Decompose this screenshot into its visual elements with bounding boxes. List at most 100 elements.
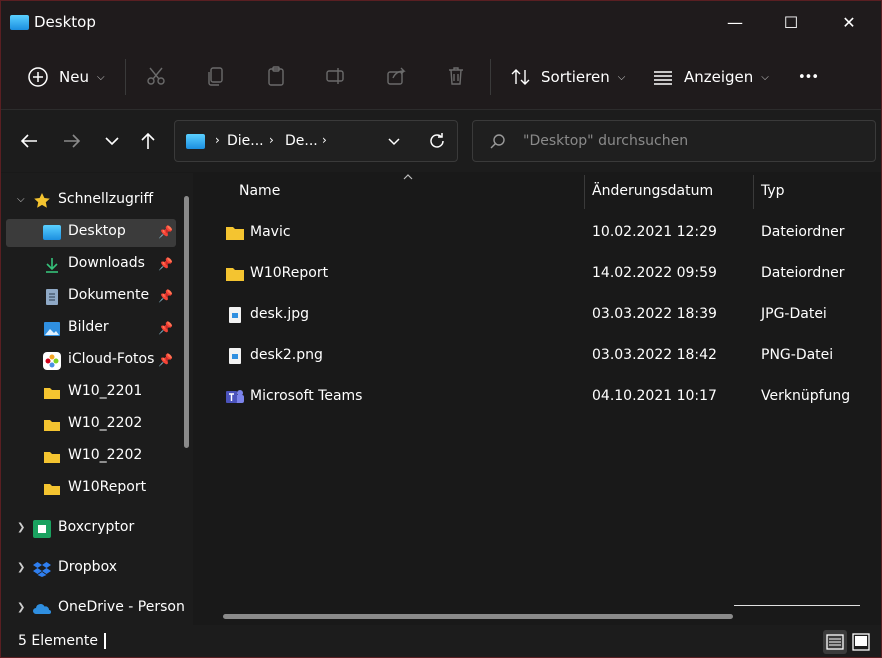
document-icon (46, 289, 58, 305)
dropbox-icon (33, 562, 51, 577)
details-view-icon[interactable] (823, 630, 847, 654)
file-list: Name Änderungsdatum Typ Mavic 10.02.2021… (201, 173, 881, 625)
large-icons-view-icon[interactable] (849, 630, 873, 654)
desktop-icon (10, 15, 29, 30)
new-button[interactable]: Neu ⌵ (27, 63, 105, 91)
sidebar-item-label: OneDrive - Person (58, 599, 185, 615)
search-box[interactable]: "Desktop" durchsuchen (472, 120, 876, 162)
column-header-type[interactable]: Typ (761, 183, 785, 199)
file-date: 04.10.2021 10:17 (592, 388, 717, 404)
address-bar[interactable]: › Die... › De... › (174, 120, 458, 162)
file-explorer-window: Desktop — ☐ ✕ Neu ⌵ Sortieren ⌵ Anzeigen… (0, 0, 882, 658)
sidebar-item-label: Dokumente (68, 287, 150, 303)
refresh-icon[interactable] (427, 131, 447, 151)
sidebar-item-label: Desktop (68, 223, 126, 239)
paste-icon[interactable] (265, 65, 287, 87)
file-date: 03.03.2022 18:42 (592, 347, 717, 363)
sidebar-scrollbar[interactable] (184, 196, 189, 448)
minimize-button[interactable]: — (713, 7, 757, 39)
file-name: desk2.png (250, 347, 323, 363)
search-icon (490, 134, 505, 149)
breadcrumb-separator: › (215, 133, 220, 147)
breadcrumb-item[interactable]: Die... (227, 133, 264, 149)
folder-icon (226, 227, 244, 240)
sidebar-item-onedrive[interactable]: ❯ OneDrive - Person (6, 595, 185, 623)
forward-arrow-icon[interactable] (61, 130, 83, 152)
horizontal-scrollbar[interactable] (223, 614, 733, 619)
delete-icon[interactable] (445, 65, 467, 87)
share-icon[interactable] (385, 65, 407, 87)
cut-icon[interactable] (145, 65, 167, 87)
table-row[interactable]: desk2.png 03.03.2022 18:42 PNG-Datei (221, 342, 871, 372)
window-title: Desktop (34, 13, 96, 31)
column-divider[interactable] (753, 175, 754, 209)
sidebar-item-label: Boxcryptor (58, 519, 135, 535)
navigation-bar: › Die... › De... › "Desktop" durchsuchen (1, 110, 881, 172)
sidebar-item-quick-access[interactable]: ⌵ Schnellzugriff (6, 187, 176, 215)
sidebar-item-dropbox[interactable]: ❯ Dropbox (6, 555, 176, 583)
column-header-name[interactable]: Name (239, 183, 280, 199)
sort-label: Sortieren (541, 68, 610, 86)
teams-icon (226, 390, 244, 403)
sidebar-item-folder[interactable]: W10_2202 (6, 411, 176, 439)
view-list-icon (654, 71, 672, 85)
plus-circle-icon (28, 67, 48, 87)
folder-icon (226, 268, 244, 281)
desktop-icon (43, 225, 61, 240)
sidebar-item-label: Downloads (68, 255, 145, 271)
pin-icon: 📌 (158, 289, 173, 303)
chevron-right-icon[interactable]: ❯ (17, 562, 25, 573)
column-divider[interactable] (584, 175, 585, 209)
sort-button[interactable]: Sortieren ⌵ (510, 63, 625, 91)
table-row[interactable]: W10Report 14.02.2022 09:59 Dateiordner (221, 260, 871, 290)
rename-icon[interactable] (325, 65, 347, 87)
breadcrumb-separator: › (322, 133, 327, 147)
sidebar-item-pictures[interactable]: Bilder 📌 (6, 315, 176, 343)
sidebar-item-folder[interactable]: W10_2202 (6, 443, 176, 471)
table-row[interactable]: Microsoft Teams 04.10.2021 10:17 Verknüp… (221, 383, 871, 413)
sidebar-item-icloud-photos[interactable]: iCloud-Fotos 📌 (6, 347, 176, 375)
star-icon (34, 193, 50, 208)
divider (734, 605, 860, 606)
address-history-chevron-icon[interactable] (385, 132, 403, 150)
chevron-down-icon: ⌵ (761, 71, 769, 83)
breadcrumb-item[interactable]: De... (285, 133, 318, 149)
sidebar-item-folder[interactable]: W10Report (6, 475, 176, 503)
view-button[interactable]: Anzeigen ⌵ (652, 63, 769, 91)
sidebar-item-desktop[interactable]: Desktop 📌 (6, 219, 176, 247)
navigation-pane: ⌵ Schnellzugriff Desktop 📌 Downloads 📌 D… (1, 173, 193, 625)
sidebar-item-label: Bilder (68, 319, 109, 335)
column-header-date[interactable]: Änderungsdatum (592, 183, 713, 199)
table-row[interactable]: Mavic 10.02.2021 12:29 Dateiordner (221, 219, 871, 249)
sidebar-item-folder[interactable]: W10_2201 (6, 379, 176, 407)
up-arrow-icon[interactable] (137, 130, 159, 152)
image-file-icon (229, 307, 241, 323)
onedrive-icon (33, 604, 51, 614)
more-options-button[interactable]: ••• (798, 63, 819, 91)
sidebar-item-label: Schnellzugriff (58, 191, 154, 207)
search-placeholder: "Desktop" durchsuchen (523, 133, 689, 149)
chevron-down-icon: ⌵ (96, 71, 105, 83)
view-label: Anzeigen (684, 68, 754, 86)
pin-icon: 📌 (158, 257, 173, 271)
sidebar-item-documents[interactable]: Dokumente 📌 (6, 283, 176, 311)
chevron-down-icon[interactable]: ⌵ (17, 194, 25, 205)
file-date: 10.02.2021 12:29 (592, 224, 717, 240)
close-button[interactable]: ✕ (827, 7, 871, 39)
file-name: Mavic (250, 224, 291, 240)
chevron-right-icon[interactable]: ❯ (17, 602, 25, 613)
pin-icon: 📌 (158, 321, 173, 335)
file-date: 03.03.2022 18:39 (592, 306, 717, 322)
back-arrow-icon[interactable] (18, 130, 40, 152)
recent-locations-chevron-icon[interactable] (101, 130, 123, 152)
sidebar-item-downloads[interactable]: Downloads 📌 (6, 251, 176, 279)
copy-icon[interactable] (205, 65, 227, 87)
sidebar-item-boxcryptor[interactable]: ❯ Boxcryptor (6, 515, 176, 543)
table-row[interactable]: desk.jpg 03.03.2022 18:39 JPG-Datei (221, 301, 871, 331)
command-bar: Neu ⌵ Sortieren ⌵ Anzeigen ⌵ ••• (1, 45, 881, 110)
file-type: Verknüpfung (761, 388, 851, 404)
sort-ascending-icon (403, 174, 413, 180)
maximize-button[interactable]: ☐ (769, 7, 813, 39)
chevron-right-icon[interactable]: ❯ (17, 522, 25, 533)
breadcrumb-separator: › (269, 133, 274, 147)
